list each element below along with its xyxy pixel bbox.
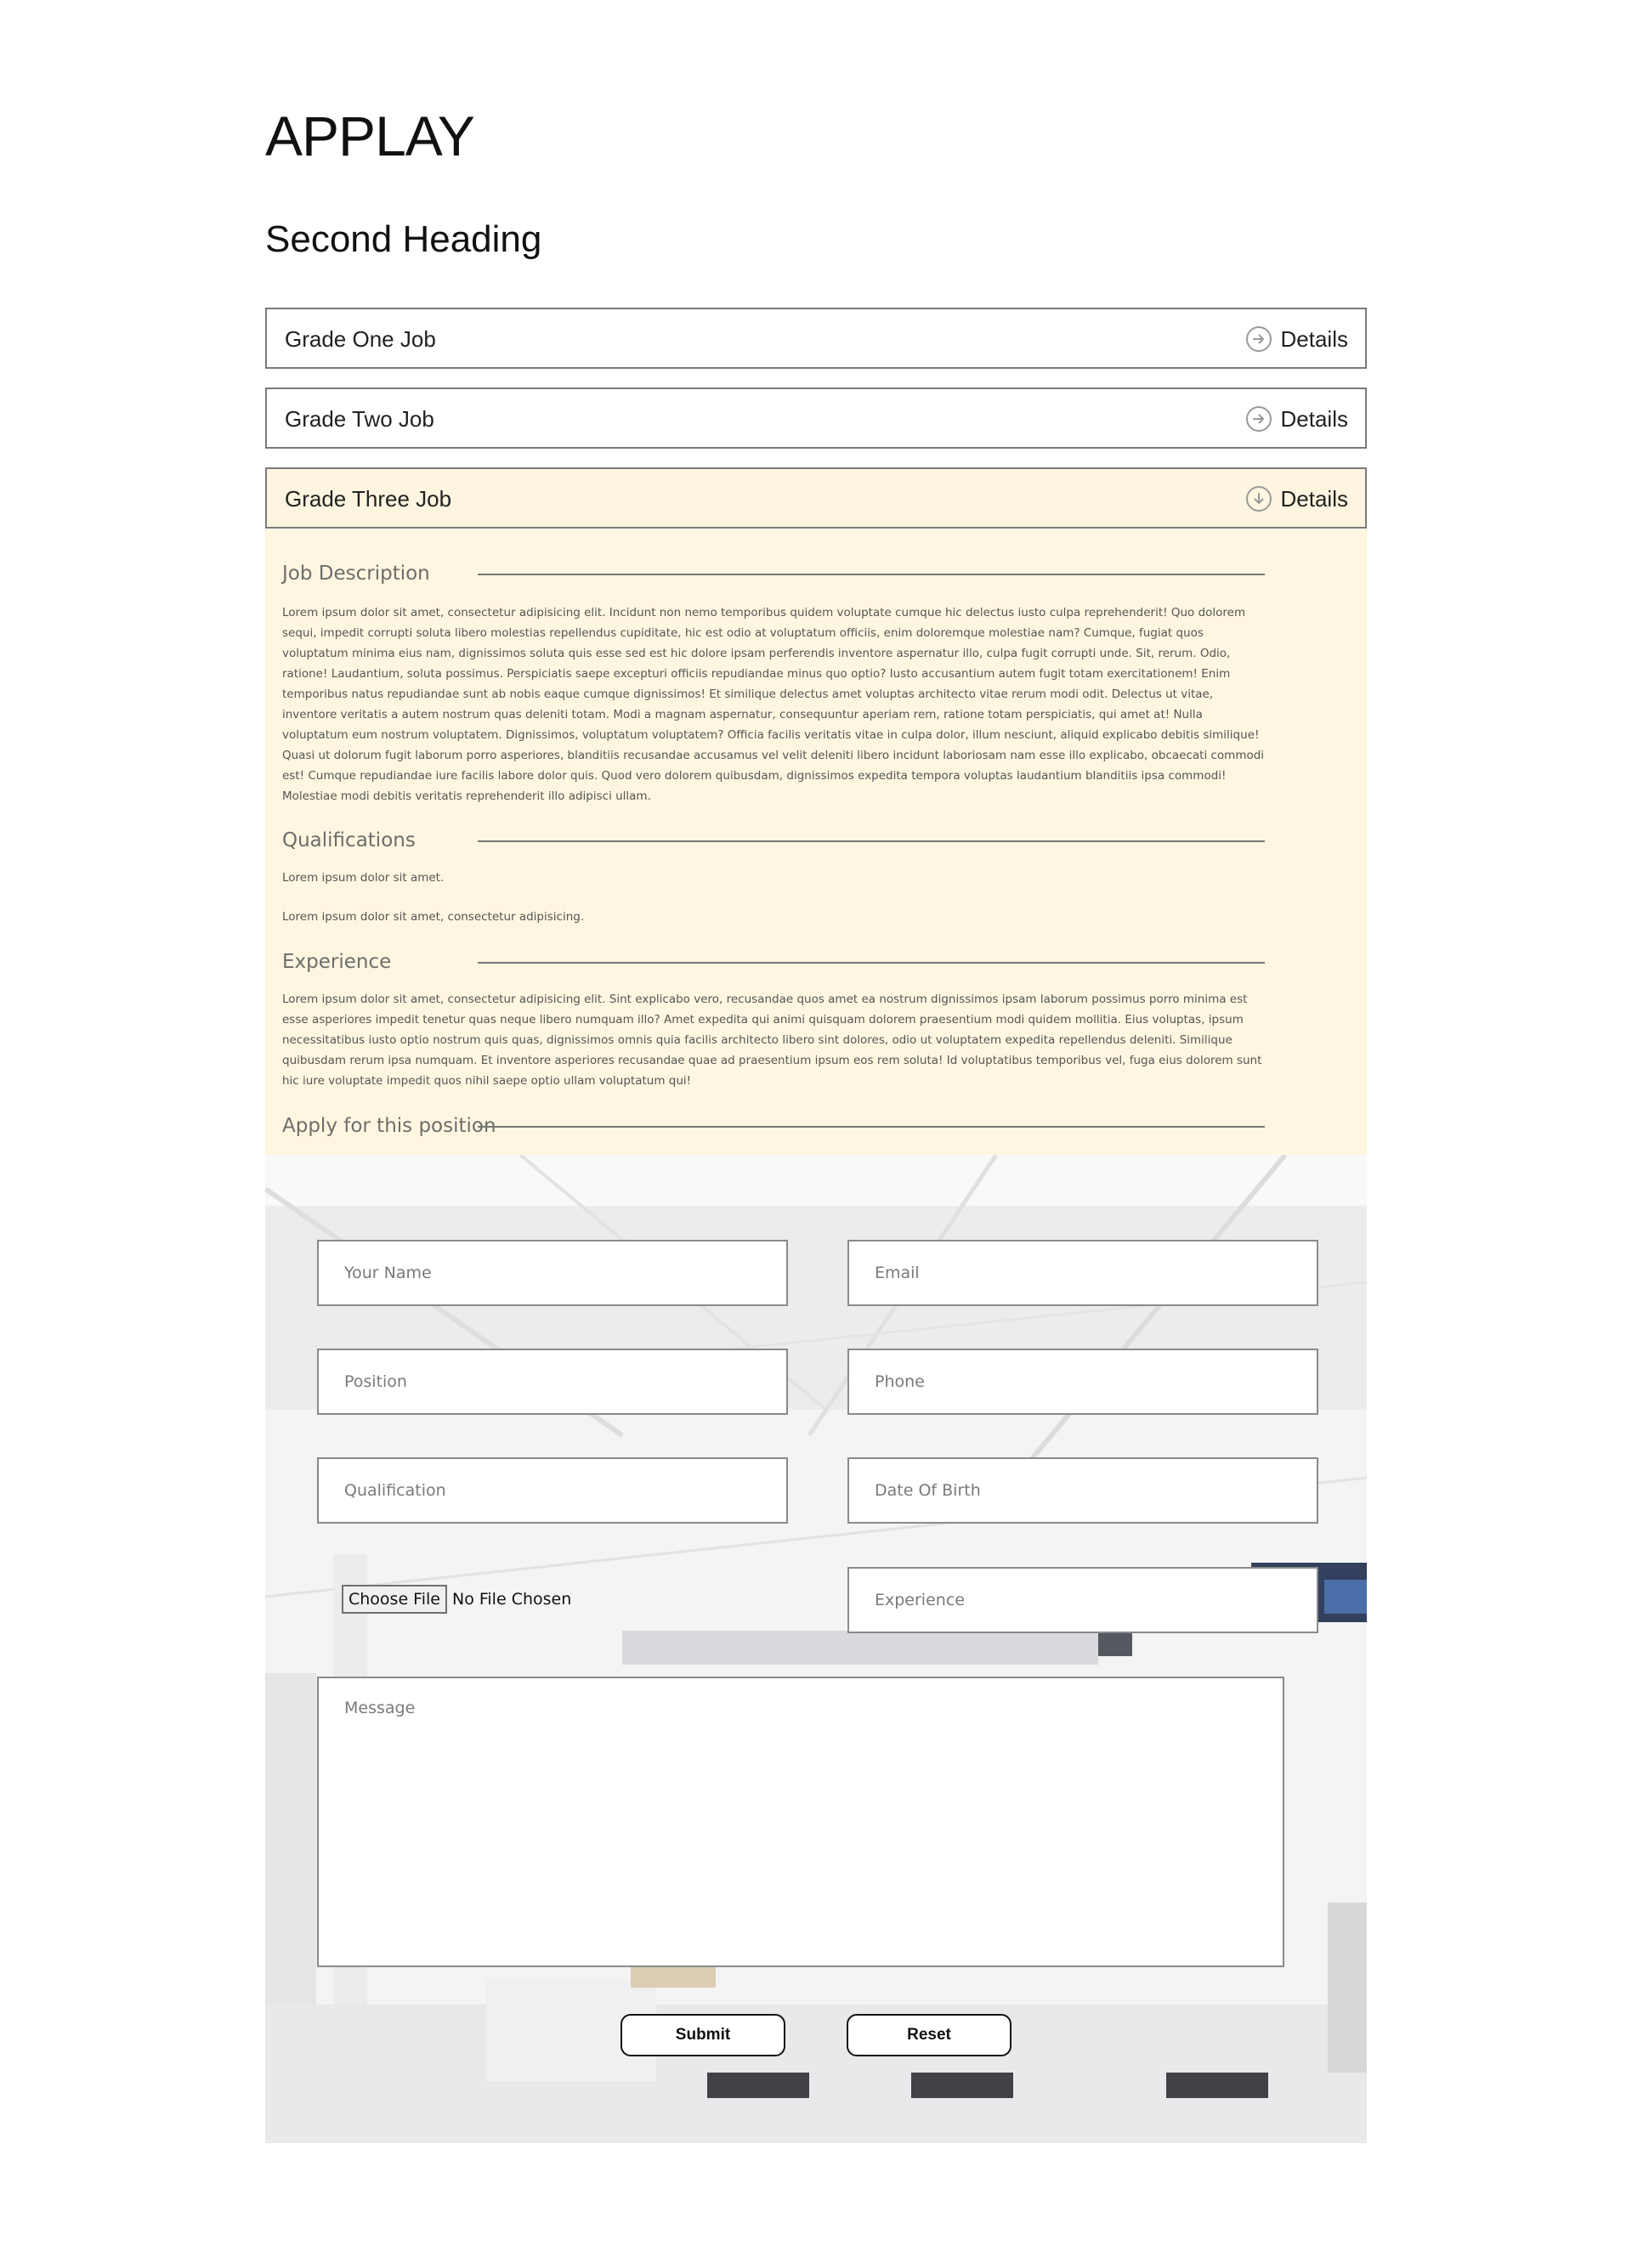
divider — [478, 840, 1265, 842]
details-link[interactable]: Details — [1281, 326, 1348, 352]
divider — [478, 1126, 1265, 1128]
application-form: Choose FileNo File Chosen Submit Reset — [265, 1155, 1367, 2143]
job-row-grade-three[interactable]: Grade Three Job Details — [265, 467, 1367, 529]
submit-button[interactable]: Submit — [620, 2014, 785, 2056]
qualification-input[interactable] — [317, 1457, 788, 1524]
arrow-down-glyph — [1254, 493, 1264, 504]
name-input[interactable] — [317, 1240, 788, 1306]
position-input[interactable] — [317, 1349, 788, 1415]
job-detail-panel: Job Description Lorem ipsum dolor sit am… — [265, 529, 1367, 1155]
job-row-grade-one[interactable]: Grade One Job Details — [265, 308, 1367, 369]
page-title: APPLAY — [265, 105, 475, 167]
details-link[interactable]: Details — [1281, 486, 1348, 512]
job-title: Grade One Job — [285, 326, 436, 352]
job-row-grade-two[interactable]: Grade Two Job Details — [265, 387, 1367, 449]
experience-text: Lorem ipsum dolor sit amet, consectetur … — [282, 993, 1262, 1088]
job-title: Grade Three Job — [285, 486, 452, 512]
section-title: Qualifications — [282, 829, 416, 851]
experience-input[interactable] — [847, 1567, 1318, 1633]
job-description-heading: Job Description — [282, 560, 1265, 589]
phone-input[interactable] — [847, 1349, 1318, 1415]
reset-button[interactable]: Reset — [847, 2014, 1012, 2056]
choose-file-button[interactable]: Choose File — [342, 1585, 447, 1614]
job-title: Grade Two Job — [285, 406, 434, 432]
file-upload: Choose File No File Chosen — [342, 1585, 571, 1619]
job-description-text: Lorem ipsum dolor sit amet, consectetur … — [282, 606, 1265, 803]
section-title: Experience — [282, 951, 392, 973]
divider — [478, 574, 1265, 575]
qualifications-heading: Qualifications — [282, 827, 1265, 856]
message-textarea[interactable] — [317, 1677, 1284, 1967]
apply-heading: Apply for this position — [282, 1112, 1265, 1141]
arrow-down-circle-icon[interactable] — [1246, 486, 1272, 512]
email-input[interactable] — [847, 1240, 1318, 1306]
second-heading: Second Heading — [265, 218, 542, 260]
arrow-right-circle-icon[interactable] — [1246, 326, 1272, 352]
arrow-right-glyph — [1253, 414, 1264, 424]
details-link[interactable]: Details — [1281, 406, 1348, 432]
experience-heading: Experience — [282, 948, 1265, 977]
section-title: Apply for this position — [282, 1115, 496, 1137]
file-status: No File Chosen — [451, 1590, 572, 1609]
divider — [478, 962, 1265, 964]
qualification-item: Lorem ipsum dolor sit amet. — [282, 871, 445, 885]
section-title: Job Description — [282, 563, 430, 585]
date-of-birth-input[interactable] — [847, 1457, 1318, 1524]
arrow-right-circle-icon[interactable] — [1246, 406, 1272, 432]
qualification-item: Lorem ipsum dolor sit amet, consectetur … — [282, 910, 585, 924]
arrow-right-glyph — [1253, 334, 1264, 344]
